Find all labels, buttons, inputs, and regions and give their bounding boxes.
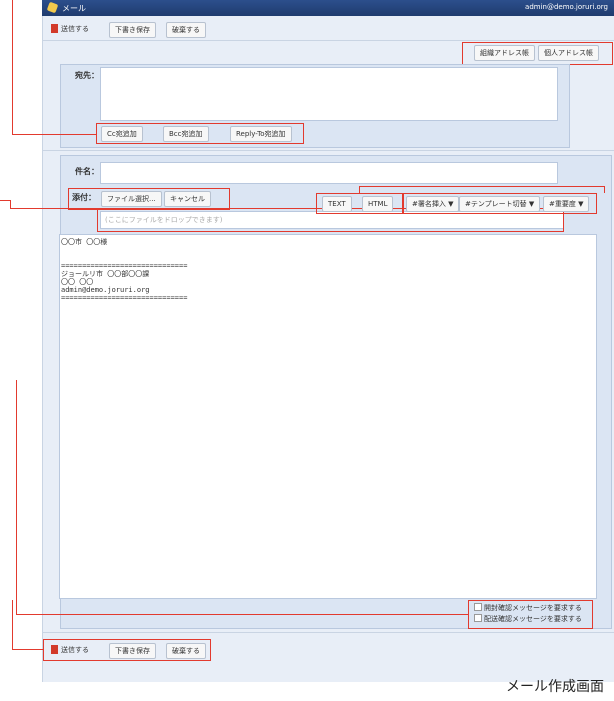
- discard-button-top[interactable]: 破棄する: [166, 22, 206, 38]
- annotation-box-add-buttons: [96, 123, 304, 144]
- callout-line: [359, 186, 360, 193]
- annotation-box-attach: [68, 188, 230, 210]
- callout-line: [12, 649, 43, 650]
- save-draft-button-top[interactable]: 下書き保存: [109, 22, 156, 38]
- subject-label: 件名：: [75, 167, 99, 176]
- title-bar: メール admin@demo.joruri.org: [42, 0, 614, 16]
- annotation-box-bottom-toolbar: [43, 639, 211, 661]
- callout-line: [12, 600, 13, 650]
- callout-line: [359, 186, 605, 187]
- callout-line: [604, 186, 605, 193]
- figure-caption: メール作成画面: [506, 679, 604, 695]
- annotation-box-options: [468, 600, 593, 629]
- body-text: 〇〇市 〇〇様 ============================== ジ…: [61, 238, 188, 302]
- annotation-box-insert: [403, 193, 597, 214]
- divider: [42, 150, 614, 151]
- annotation-box-format: [316, 193, 403, 214]
- callout-line: [12, 134, 97, 135]
- send-button-top[interactable]: 送信する: [46, 22, 94, 36]
- callout-line: [12, 0, 13, 135]
- callout-line: [16, 380, 17, 615]
- annotation-box-addressbook: [462, 42, 613, 65]
- to-label: 宛先：: [75, 71, 99, 80]
- callout-line: [0, 200, 10, 201]
- save-draft-label: 下書き保存: [115, 26, 150, 34]
- callout-line: [10, 208, 98, 209]
- app-logo-icon: [46, 1, 59, 14]
- send-icon: [51, 24, 58, 33]
- divider: [42, 632, 614, 633]
- callout-line: [16, 614, 468, 615]
- user-account: admin@demo.joruri.org: [525, 3, 608, 11]
- discard-label: 破棄する: [172, 26, 200, 34]
- send-label: 送信する: [61, 25, 89, 33]
- subject-field[interactable]: [100, 162, 558, 184]
- divider: [42, 40, 614, 41]
- app-title: メール: [62, 4, 86, 13]
- to-field[interactable]: [100, 67, 558, 121]
